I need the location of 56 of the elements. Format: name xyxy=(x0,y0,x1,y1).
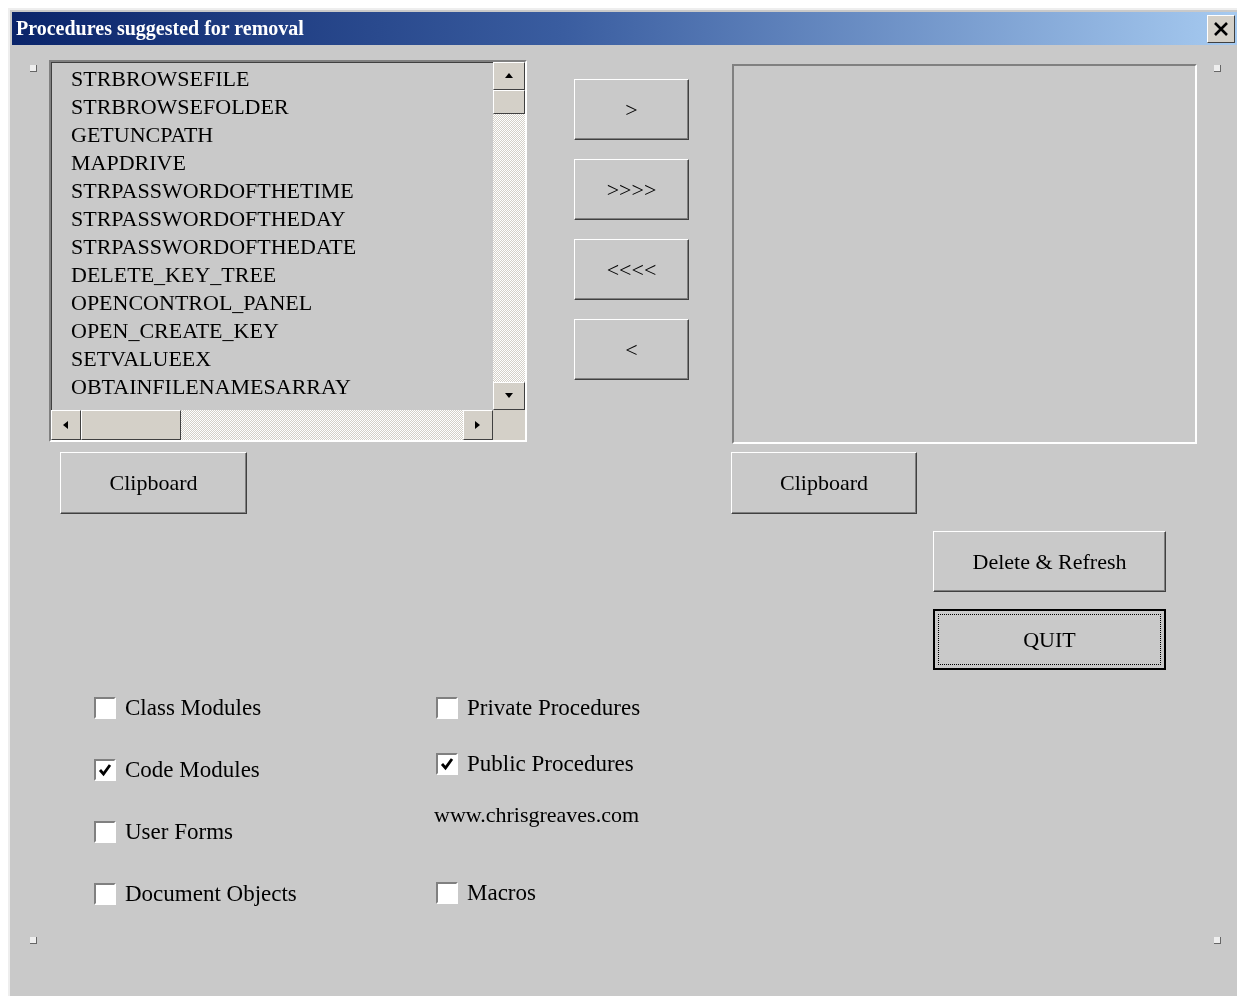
horizontal-scrollbar[interactable] xyxy=(51,410,493,440)
checkbox[interactable] xyxy=(94,759,116,781)
checkbox-label: Public Procedures xyxy=(467,751,634,777)
list-item[interactable]: STRPASSWORDOFTHEDATE xyxy=(71,233,493,261)
triangle-icon xyxy=(61,420,71,430)
list-item[interactable]: MAPDRIVE xyxy=(71,149,493,177)
list-item[interactable]: STRBROWSEFILE xyxy=(71,65,493,93)
list-box[interactable]: STRBROWSEFILE STRBROWSEFOLDER GETUNCPATH MAPDRIVE STRPASSWORDOFTHETIME STRPASSWORDOFTHEDAY STRPASSWORDOFTHEDATE DELETE_KEY_TREE OPENCONTROL_PANEL OPEN_CREATE_KEY SETVALUEEX OBTAINFILENAMESARRAY xyxy=(49,60,527,442)
scroll-arrow-button[interactable] xyxy=(463,410,493,440)
triangle-icon xyxy=(504,71,514,81)
vertical-scrollbar[interactable] xyxy=(493,62,525,410)
list-item[interactable]: GETUNCPATH xyxy=(71,121,493,149)
checkbox[interactable] xyxy=(436,753,458,775)
checkmark-icon xyxy=(97,762,113,778)
website-label: www.chrisgreaves.com xyxy=(434,802,641,828)
corner-handle-icon xyxy=(1214,937,1221,944)
move-button[interactable]: >>>> xyxy=(574,159,689,220)
scroll-thumb[interactable] xyxy=(81,410,181,440)
scroll-arrow-button[interactable] xyxy=(493,62,525,90)
close-button[interactable] xyxy=(1207,14,1235,43)
checkbox-label: Document Objects xyxy=(125,881,297,907)
checkbox-label: User Forms xyxy=(125,819,233,845)
scrollbar-corner xyxy=(493,410,525,440)
scroll-arrow-button[interactable] xyxy=(51,410,81,440)
window-title: Procedures suggested for removal xyxy=(16,17,304,40)
corner-handle-icon xyxy=(30,65,37,72)
corner-handle-icon xyxy=(30,937,37,944)
close-icon xyxy=(1213,21,1229,36)
scroll-thumb[interactable] xyxy=(493,90,525,114)
list-item[interactable]: STRPASSWORDOFTHEDAY xyxy=(71,205,493,233)
clipboard-button[interactable]: Clipboard xyxy=(60,452,247,514)
move-button[interactable]: > xyxy=(574,79,689,140)
checkbox[interactable] xyxy=(94,883,116,905)
checkbox[interactable] xyxy=(94,697,116,719)
checkbox-label: Private Procedures xyxy=(467,695,641,721)
list-item[interactable]: OPEN_CREATE_KEY xyxy=(71,317,493,345)
clipboard-button[interactable]: Clipboard xyxy=(731,452,917,514)
checkbox[interactable] xyxy=(436,697,458,719)
checkbox[interactable] xyxy=(436,882,458,904)
checkbox-label: Code Modules xyxy=(125,757,260,783)
checkbox-label: Macros xyxy=(467,880,536,906)
checkmark-icon xyxy=(439,756,455,772)
move-button[interactable]: <<<< xyxy=(574,239,689,300)
move-button[interactable]: < xyxy=(574,319,689,380)
corner-handle-icon xyxy=(1214,65,1221,72)
checkbox-label: Class Modules xyxy=(125,695,262,721)
list-item[interactable]: OBTAINFILENAMESARRAY xyxy=(71,373,493,401)
action-button[interactable]: Delete & Refresh xyxy=(933,531,1166,592)
list-item[interactable]: STRPASSWORDOFTHETIME xyxy=(71,177,493,205)
list-item[interactable]: STRBROWSEFOLDER xyxy=(71,93,493,121)
checkbox[interactable] xyxy=(94,821,116,843)
scroll-arrow-button[interactable] xyxy=(493,382,525,410)
action-button[interactable]: QUIT xyxy=(933,609,1166,670)
list-item[interactable]: DELETE_KEY_TREE xyxy=(71,261,493,289)
list-item[interactable]: SETVALUEEX xyxy=(71,345,493,373)
list-item[interactable]: OPENCONTROL_PANEL xyxy=(71,289,493,317)
